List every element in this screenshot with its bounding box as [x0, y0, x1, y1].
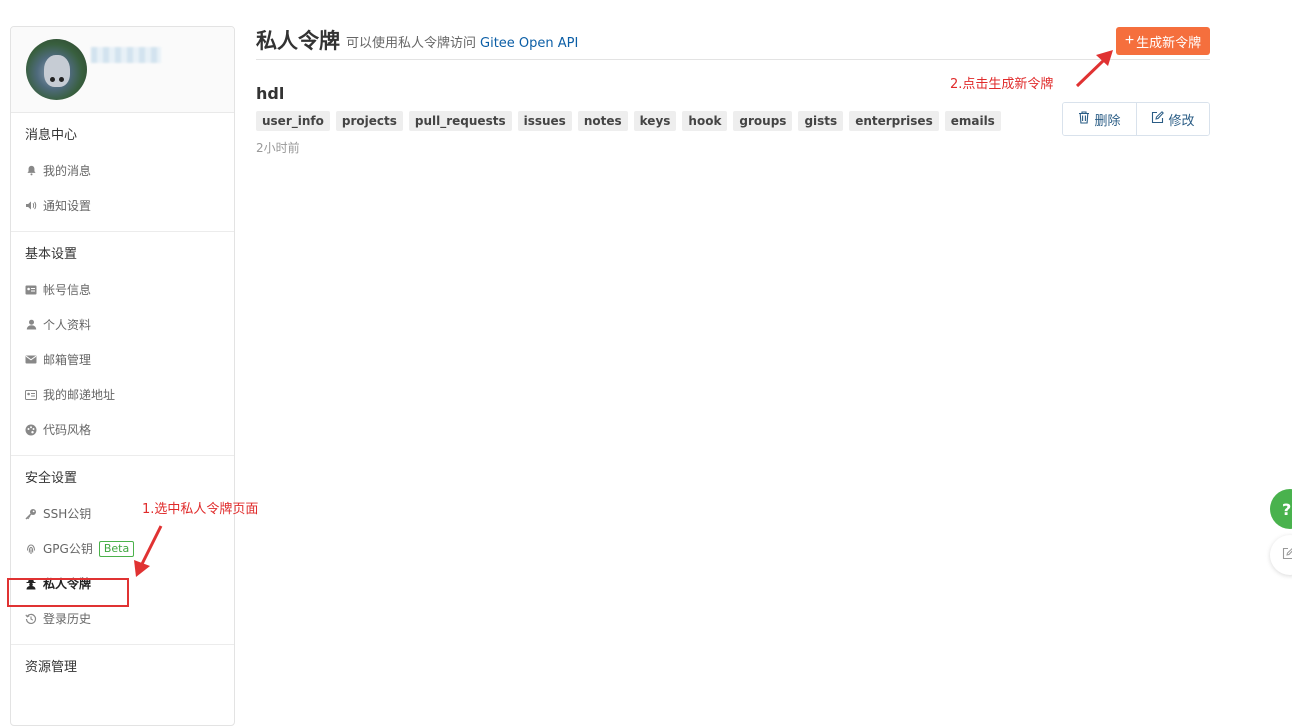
avatar-eye-left	[50, 77, 55, 82]
gitee-open-api-link[interactable]: Gitee Open API	[480, 36, 578, 51]
history-icon	[25, 613, 37, 625]
username-redacted	[91, 47, 161, 63]
edit-token-label: 修改	[1168, 112, 1195, 128]
avatar-eye-right	[59, 77, 64, 82]
key-icon	[25, 508, 37, 520]
delete-token-label: 删除	[1094, 112, 1121, 128]
fingerprint-icon	[25, 543, 37, 555]
sidebar-item-label: 邮箱管理	[43, 353, 92, 367]
scope-tag: projects	[335, 111, 403, 131]
feedback-edit-icon	[1282, 547, 1292, 564]
envelope-icon	[25, 354, 37, 366]
sidebar-item-profile[interactable]: 个人资料	[11, 307, 234, 342]
delete-token-button[interactable]: 删除	[1063, 103, 1136, 135]
sidebar-item-label: 登录历史	[43, 612, 92, 626]
scope-tag: hook	[682, 111, 728, 131]
scope-tag: keys	[633, 111, 677, 131]
profile-card	[11, 27, 234, 113]
section-security: 安全设置 SSH公钥 GPG公钥 Beta 私人令牌 登录历史	[11, 456, 234, 645]
scope-tag: pull_requests	[408, 111, 512, 131]
main-content: 私人令牌 可以使用私人令牌访问 Gitee Open API + 生成新令牌 hdl…	[256, 20, 1210, 156]
sidebar-item-label: 我的邮递地址	[43, 388, 116, 402]
sidebar-item-mailing-address[interactable]: 我的邮递地址	[11, 377, 234, 412]
token-name: hdl	[256, 84, 285, 103]
volume-icon	[25, 200, 37, 212]
user-icon	[25, 319, 37, 331]
feedback-button[interactable]	[1270, 535, 1292, 575]
address-card-icon	[25, 389, 37, 401]
section-title-basic: 基本设置	[25, 247, 78, 262]
page-header: 私人令牌 可以使用私人令牌访问 Gitee Open API + 生成新令牌	[256, 20, 1210, 60]
avatar[interactable]	[26, 39, 87, 100]
edit-icon	[1151, 111, 1165, 127]
section-messages: 消息中心 我的消息 通知设置	[11, 113, 234, 232]
sidebar-item-gpg-keys[interactable]: GPG公钥 Beta	[11, 531, 234, 566]
scope-tag: enterprises	[849, 111, 939, 131]
scope-tag: emails	[944, 111, 1001, 131]
sidebar-item-my-messages[interactable]: 我的消息	[11, 153, 234, 188]
scope-tag: user_info	[256, 111, 330, 131]
section-basic: 基本设置 帐号信息 个人资料 邮箱管理 我的邮递地址 代码风格	[11, 232, 234, 456]
beta-badge: Beta	[98, 540, 135, 557]
sidebar-item-label: 我的消息	[43, 164, 92, 178]
scope-tag: notes	[577, 111, 628, 131]
sidebar-item-label: 代码风格	[43, 423, 92, 437]
avatar-figure	[44, 55, 70, 87]
edit-token-button[interactable]: 修改	[1136, 103, 1209, 135]
sidebar-item-label: 通知设置	[43, 199, 92, 213]
annotation-highlight-box	[7, 578, 129, 607]
scope-tag: groups	[733, 111, 793, 131]
page-subtitle: 可以使用私人令牌访问 Gitee Open API	[346, 32, 578, 51]
help-button[interactable]: ?	[1270, 489, 1292, 529]
annotation-step2: 2.点击生成新令牌	[950, 77, 1054, 92]
sidebar-item-email-management[interactable]: 邮箱管理	[11, 342, 234, 377]
palette-icon	[25, 424, 37, 436]
sidebar-item-label: SSH公钥	[43, 507, 92, 521]
page-subtitle-text: 可以使用私人令牌访问	[346, 35, 477, 51]
sidebar-item-notification-settings[interactable]: 通知设置	[11, 188, 234, 223]
sidebar-item-label: 帐号信息	[43, 283, 92, 297]
plus-icon: +	[1124, 32, 1135, 49]
help-icon: ?	[1282, 499, 1292, 519]
sidebar-item-label: GPG公钥	[43, 542, 93, 556]
sidebar-item-code-style[interactable]: 代码风格	[11, 412, 234, 447]
scope-tag: issues	[517, 111, 572, 131]
settings-sidebar: 消息中心 我的消息 通知设置 基本设置 帐号信息 个人资料 邮箱管理 我的邮递地…	[10, 26, 235, 726]
generate-new-token-button[interactable]: + 生成新令牌	[1116, 27, 1210, 55]
generate-new-token-label: 生成新令牌	[1136, 34, 1202, 50]
token-created-time: 2小时前	[256, 141, 300, 155]
token-actions: 删除 修改	[1062, 102, 1210, 136]
section-title-messages: 消息中心	[25, 128, 78, 143]
sidebar-item-label: 个人资料	[43, 318, 92, 332]
scope-tag: gists	[798, 111, 844, 131]
section-resources: 资源管理	[11, 645, 234, 693]
id-card-icon	[25, 284, 37, 296]
section-title-security: 安全设置	[25, 471, 78, 486]
bell-icon	[25, 165, 37, 177]
page-title: 私人令牌	[256, 28, 340, 53]
annotation-step1: 1.选中私人令牌页面	[142, 502, 259, 517]
trash-icon	[1078, 111, 1090, 127]
section-title-resources: 资源管理	[25, 660, 78, 675]
sidebar-item-account-info[interactable]: 帐号信息	[11, 272, 234, 307]
